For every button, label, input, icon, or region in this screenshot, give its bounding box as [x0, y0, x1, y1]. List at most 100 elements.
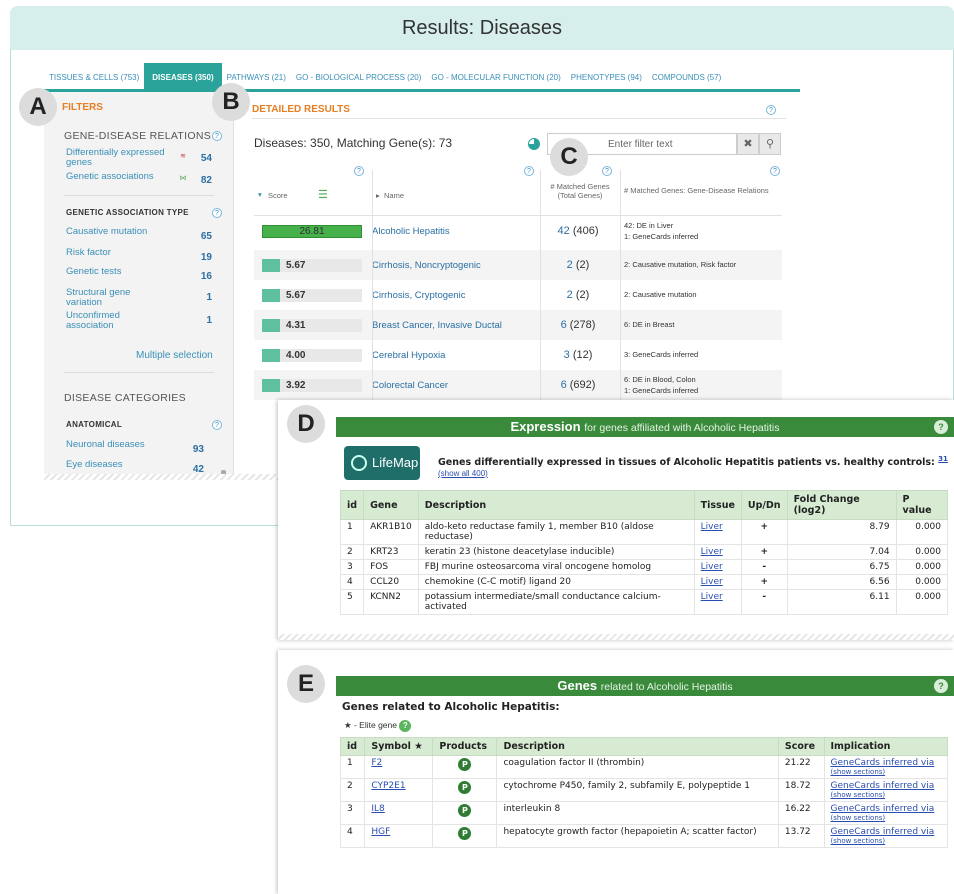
relation-line: 6: DE in Breast [624, 320, 675, 329]
reference-link[interactable]: 31 [938, 455, 948, 463]
table-row[interactable]: 4.00 Cerebral Hypoxia 3 (12) 3: GeneCards i… [254, 340, 782, 370]
matched-column-header[interactable]: # Matched Genes (Total Genes) ? [540, 166, 620, 216]
tab-diseases[interactable]: DISEASES (350) [144, 63, 222, 89]
help-icon[interactable]: ? [354, 166, 364, 176]
tab-go[interactable]: GO - BIOLOGICAL PROCESS (20) [291, 73, 427, 89]
help-icon[interactable]: ? [934, 679, 948, 693]
disease-name-link[interactable]: Alcoholic Hepatitis [372, 226, 450, 237]
genes-bar: Genes related to Alcoholic Hepatitis ? [336, 676, 954, 696]
tissue-link[interactable]: Liver [693, 544, 742, 560]
row-id: 1 [339, 519, 365, 545]
help-icon[interactable]: ? [524, 166, 534, 176]
help-icon[interactable]: ? [212, 208, 222, 218]
filter-structural-variation[interactable]: Structural gene variation [66, 288, 166, 308]
filter-count: 54 [200, 153, 212, 164]
gene-symbol-link[interactable]: IL8 [364, 801, 434, 825]
matched-genes-link[interactable]: 3 [564, 349, 570, 361]
gene-symbol-link[interactable]: HGF [364, 824, 434, 848]
table-row[interactable]: 5.67 Cirrhosis, Noncryptogenic 2 (2) 2: Cau… [254, 250, 782, 280]
gene-symbol: CCL20 [363, 574, 419, 590]
clear-icon[interactable]: ✖ [737, 133, 759, 155]
show-sections-link[interactable]: (show sections) [831, 768, 942, 776]
implication-link[interactable]: GeneCards inferred via [831, 827, 935, 837]
row-id: 2 [339, 544, 365, 560]
genes-table: id Symbol ★ Products Description Score Implic… [339, 737, 948, 848]
show-sections-link[interactable]: (show sections) [831, 791, 942, 799]
score-value: 5.67 [286, 290, 306, 301]
filter-differentially-expressed[interactable]: Differentially expressed genes [66, 148, 176, 168]
elite-gene-note: ★ - Elite gene ? [344, 720, 412, 732]
gene-symbol-link[interactable]: F2 [364, 755, 434, 779]
disease-name-link[interactable]: Cirrhosis, Noncryptogenic [372, 260, 481, 271]
search-icon[interactable]: ⚲ [759, 133, 781, 155]
gene-disease-relations: 2: Causative mutation, Risk factor [624, 259, 779, 270]
matched-genes-link[interactable]: 2 [567, 289, 573, 301]
help-icon[interactable]: ? [766, 105, 776, 115]
implication-link[interactable]: GeneCards inferred via [831, 804, 935, 814]
gene-disease-relations: 3: GeneCards inferred [624, 349, 779, 360]
help-icon[interactable]: ? [212, 420, 222, 430]
tissue-link[interactable]: Liver [693, 519, 742, 545]
show-all-link[interactable]: (show all 400) [438, 469, 488, 478]
gene-disease-relations: 6: DE in Breast [624, 319, 779, 330]
total-genes: (278) [569, 319, 596, 331]
column-header: Implication [823, 737, 948, 756]
product-icon[interactable]: P [458, 781, 472, 794]
torn-edge [278, 634, 954, 640]
tissue-link[interactable]: Liver [693, 559, 742, 575]
filter-unconfirmed-association[interactable]: Unconfirmed association [66, 311, 166, 331]
help-icon[interactable]: ? [770, 166, 780, 176]
filter-count: 1 [206, 315, 212, 326]
gene-description: potassium intermediate/small conductance… [417, 589, 695, 615]
disease-name-link[interactable]: Colorectal Cancer [372, 380, 448, 391]
name-column-header[interactable]: ▸ Name ? [372, 166, 540, 216]
product-icon[interactable]: P [458, 758, 472, 771]
table-row[interactable]: 5.67 Cirrhosis, Cryptogenic 2 (2) 2: Causat… [254, 280, 782, 310]
gene-description: chemokine (C-C motif) ligand 20 [417, 574, 695, 590]
matched-genes-link[interactable]: 6 [561, 379, 567, 391]
product-icon[interactable]: P [458, 804, 472, 817]
tab-phenotypes[interactable]: PHENOTYPES (94) [566, 73, 647, 89]
help-icon[interactable]: ? [399, 720, 412, 732]
help-icon[interactable]: ? [212, 131, 222, 141]
table-row[interactable]: 3.92 Colorectal Cancer 6 (692) 6: DE in Blo… [254, 370, 782, 400]
products-cell: P [432, 755, 498, 779]
disease-name-link[interactable]: Cerebral Hypoxia [372, 350, 445, 361]
gene-description: cytochrome P450, family 2, subfamily E, … [496, 778, 779, 802]
tab-tissues[interactable]: TISSUES & CELLS (753) [44, 73, 144, 89]
row-id: 4 [339, 824, 366, 848]
multiple-selection-link[interactable]: Multiple selection [136, 351, 226, 361]
filter-count: 16 [200, 271, 212, 282]
total-genes: (12) [572, 349, 593, 361]
disease-name-link[interactable]: Breast Cancer, Invasive Ductal [372, 320, 502, 331]
row-id: 4 [339, 574, 365, 590]
help-icon[interactable]: ? [934, 420, 948, 434]
show-sections-link[interactable]: (show sections) [831, 837, 942, 845]
matched-genes-link[interactable]: 42 [558, 225, 570, 237]
table-row[interactable]: 26.81 Alcoholic Hepatitis 42 (406) 42: DE i… [254, 216, 782, 246]
score-value: 4.31 [286, 320, 306, 331]
table-row: 2 CYP2E1 Pcytochrome P450, family 2, subfa… [339, 778, 948, 802]
implication-link[interactable]: GeneCards inferred via [831, 781, 935, 791]
help-icon[interactable]: ? [602, 166, 612, 176]
matched-genes-link[interactable]: 6 [561, 319, 567, 331]
row-id: 3 [339, 801, 366, 825]
matched-genes-link[interactable]: 2 [567, 259, 573, 271]
gene-description: hepatocyte growth factor (hepapoietin A;… [496, 824, 779, 848]
tissue-link[interactable]: Liver [693, 589, 742, 615]
implication-cell: GeneCards inferred via (show sections) [823, 824, 948, 848]
table-row[interactable]: 4.31 Breast Cancer, Invasive Ductal 6 (278… [254, 310, 782, 340]
product-icon[interactable]: P [458, 827, 472, 840]
implication-link[interactable]: GeneCards inferred via [831, 758, 935, 768]
tab-compounds[interactable]: COMPOUNDS (57) [647, 73, 726, 89]
disease-name-link[interactable]: Cirrhosis, Cryptogenic [372, 290, 465, 301]
tissue-link[interactable]: Liver [693, 574, 742, 590]
column-header: id [339, 490, 365, 520]
gene-symbol-link[interactable]: CYP2E1 [364, 778, 434, 802]
column-header: id [339, 737, 366, 756]
show-sections-link[interactable]: (show sections) [831, 814, 942, 822]
expression-bar-subtitle: for genes affiliated with Alcoholic Hepa… [584, 422, 780, 434]
pie-chart-icon[interactable] [528, 138, 540, 150]
score-column-header[interactable]: ▾ Score ☰ ? [254, 166, 372, 216]
tab-go[interactable]: GO - MOLECULAR FUNCTION (20) [426, 73, 565, 89]
